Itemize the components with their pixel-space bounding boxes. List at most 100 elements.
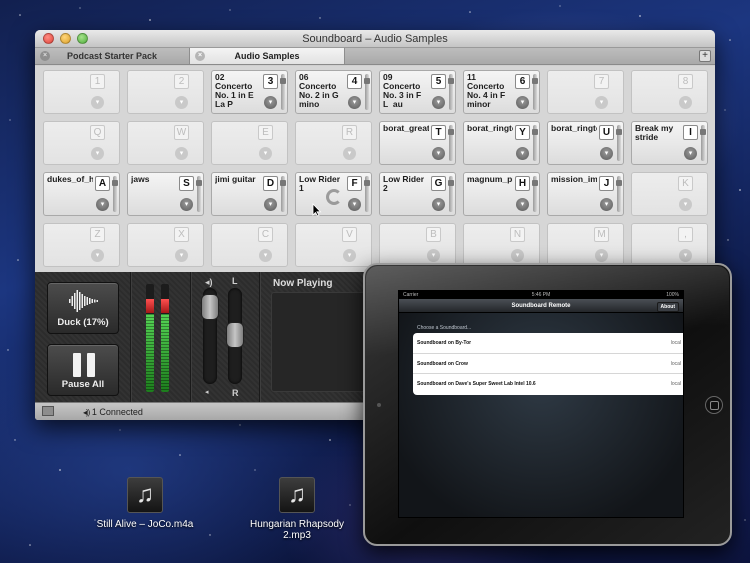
- pad-volume-slider[interactable]: [280, 74, 286, 110]
- window-titlebar[interactable]: Soundboard – Audio Samples: [35, 30, 715, 48]
- pad-menu-chevron-icon[interactable]: ▾: [600, 147, 613, 160]
- sound-pad-v[interactable]: V ▾: [295, 223, 372, 267]
- sound-pad-y[interactable]: borat_ringtoneY ▾: [463, 121, 540, 165]
- pad-volume-slider[interactable]: [364, 74, 370, 110]
- pad-menu-chevron-icon[interactable]: ▾: [348, 198, 361, 211]
- sound-pad-k[interactable]: K ▾: [631, 172, 708, 216]
- sound-pad-h[interactable]: magnum_pi H ▾: [463, 172, 540, 216]
- desktop-file-still-alive[interactable]: ♫ Still Alive – JoCo.m4a: [95, 477, 195, 530]
- sound-pad-e[interactable]: E ▾: [211, 121, 288, 165]
- window-minimize-button[interactable]: [60, 33, 71, 44]
- soundboard-row[interactable]: Soundboard on Crow local: [413, 354, 683, 375]
- pad-volume-slider[interactable]: [448, 125, 454, 161]
- volume-slider[interactable]: [201, 288, 219, 384]
- sound-pad-1[interactable]: 1 ▾: [43, 70, 120, 114]
- pad-menu-chevron-icon[interactable]: ▾: [679, 96, 692, 109]
- sound-pad-comma[interactable]: , ▾: [631, 223, 708, 267]
- sound-pad-m[interactable]: M ▾: [547, 223, 624, 267]
- sound-pad-a[interactable]: dukes_of_hazzardA ▾: [43, 172, 120, 216]
- pad-volume-slider[interactable]: [616, 176, 622, 212]
- sound-pad-z[interactable]: Z ▾: [43, 223, 120, 267]
- pad-menu-chevron-icon[interactable]: ▾: [259, 249, 272, 262]
- pad-menu-chevron-icon[interactable]: ▾: [511, 249, 524, 262]
- pad-menu-chevron-icon[interactable]: ▾: [684, 147, 697, 160]
- tab-audio-samples[interactable]: × Audio Samples: [190, 48, 345, 64]
- sound-pad-5[interactable]: 09 Concerto No. 3 in F L_au 5 ▾: [379, 70, 456, 114]
- sound-pad-8[interactable]: 8 ▾: [631, 70, 708, 114]
- about-button[interactable]: About: [656, 302, 679, 312]
- pad-menu-chevron-icon[interactable]: ▾: [264, 96, 277, 109]
- window-close-button[interactable]: [43, 33, 54, 44]
- pad-menu-chevron-icon[interactable]: ▾: [679, 249, 692, 262]
- pad-menu-chevron-icon[interactable]: ▾: [432, 96, 445, 109]
- sound-pad-d[interactable]: jimi guitar D ▾: [211, 172, 288, 216]
- pad-menu-chevron-icon[interactable]: ▾: [259, 147, 272, 160]
- pad-menu-chevron-icon[interactable]: ▾: [516, 96, 529, 109]
- pad-menu-chevron-icon[interactable]: ▾: [343, 249, 356, 262]
- desktop-file-hungarian-rhapsody[interactable]: ♫ Hungarian Rhapsody 2.mp3: [247, 477, 347, 541]
- balance-slider[interactable]: [226, 288, 244, 384]
- pad-menu-chevron-icon[interactable]: ▾: [600, 198, 613, 211]
- pad-menu-chevron-icon[interactable]: ▾: [175, 147, 188, 160]
- tab-close-icon[interactable]: ×: [195, 51, 205, 61]
- pad-menu-chevron-icon[interactable]: ▾: [91, 147, 104, 160]
- sound-pad-i[interactable]: Break my stride I ▾: [631, 121, 708, 165]
- pad-volume-slider[interactable]: [448, 176, 454, 212]
- pad-menu-chevron-icon[interactable]: ▾: [91, 249, 104, 262]
- pad-menu-chevron-icon[interactable]: ▾: [175, 96, 188, 109]
- ipad-home-button[interactable]: [705, 396, 723, 414]
- pad-volume-slider[interactable]: [532, 176, 538, 212]
- pad-volume-slider[interactable]: [112, 176, 118, 212]
- pad-menu-chevron-icon[interactable]: ▾: [264, 198, 277, 211]
- pad-volume-slider[interactable]: [280, 176, 286, 212]
- pad-volume-slider[interactable]: [700, 125, 706, 161]
- add-tab-button[interactable]: +: [699, 50, 711, 62]
- sound-pad-j[interactable]: mission_impossibleJ ▾: [547, 172, 624, 216]
- sound-pad-q[interactable]: Q ▾: [43, 121, 120, 165]
- soundboard-row[interactable]: Soundboard on Dave's Super Sweet Lab Int…: [413, 374, 683, 395]
- pad-menu-chevron-icon[interactable]: ▾: [432, 147, 445, 160]
- window-zoom-button[interactable]: [77, 33, 88, 44]
- pad-menu-chevron-icon[interactable]: ▾: [348, 96, 361, 109]
- pad-menu-chevron-icon[interactable]: ▾: [343, 147, 356, 160]
- pad-volume-slider[interactable]: [196, 176, 202, 212]
- sound-pad-3[interactable]: 02 Concerto No. 1 in E La P 3 ▾: [211, 70, 288, 114]
- sound-pad-w[interactable]: W ▾: [127, 121, 204, 165]
- sound-pad-b[interactable]: B ▾: [379, 223, 456, 267]
- pad-menu-chevron-icon[interactable]: ▾: [91, 96, 104, 109]
- pad-volume-slider[interactable]: [448, 74, 454, 110]
- tab-close-icon[interactable]: ×: [40, 51, 50, 61]
- pad-volume-slider[interactable]: [616, 125, 622, 161]
- pad-menu-chevron-icon[interactable]: ▾: [96, 198, 109, 211]
- sound-pad-2[interactable]: 2 ▾: [127, 70, 204, 114]
- sound-pad-t[interactable]: borat_great_at_successT ▾: [379, 121, 456, 165]
- sound-pad-c[interactable]: C ▾: [211, 223, 288, 267]
- sound-pad-r[interactable]: R ▾: [295, 121, 372, 165]
- sound-pad-6[interactable]: 11 Concerto No. 4 in F minor 6 ▾: [463, 70, 540, 114]
- pad-menu-chevron-icon[interactable]: ▾: [595, 96, 608, 109]
- pad-volume-slider[interactable]: [532, 125, 538, 161]
- pause-all-button[interactable]: Pause All: [47, 344, 119, 396]
- sound-pad-4[interactable]: 06 Concerto No. 2 in G mino 4 ▾: [295, 70, 372, 114]
- duck-button[interactable]: Duck (17%): [47, 282, 119, 334]
- soundboard-row[interactable]: Soundboard on By-Tor local: [413, 333, 683, 354]
- pad-menu-chevron-icon[interactable]: ▾: [516, 198, 529, 211]
- tab-podcast-starter-pack[interactable]: × Podcast Starter Pack: [35, 48, 190, 64]
- pad-menu-chevron-icon[interactable]: ▾: [516, 147, 529, 160]
- pad-menu-chevron-icon[interactable]: ▾: [175, 249, 188, 262]
- pad-menu-chevron-icon[interactable]: ▾: [427, 249, 440, 262]
- pad-volume-slider[interactable]: [364, 176, 370, 212]
- sound-pad-u[interactable]: borat_ringtoneU ▾: [547, 121, 624, 165]
- pad-menu-chevron-icon[interactable]: ▾: [432, 198, 445, 211]
- sound-pad-g[interactable]: Low Rider 2 G ▾: [379, 172, 456, 216]
- sidebar-toggle-icon[interactable]: [42, 406, 54, 416]
- pad-menu-chevron-icon[interactable]: ▾: [595, 249, 608, 262]
- sound-pad-n[interactable]: N ▾: [463, 223, 540, 267]
- pad-volume-slider[interactable]: [532, 74, 538, 110]
- sound-pad-f[interactable]: Low Rider 1 F ▾: [295, 172, 372, 216]
- sound-pad-s[interactable]: jaws S ▾: [127, 172, 204, 216]
- sound-pad-x[interactable]: X ▾: [127, 223, 204, 267]
- balance-slider-knob[interactable]: [226, 322, 244, 348]
- volume-slider-knob[interactable]: [201, 294, 219, 320]
- pad-menu-chevron-icon[interactable]: ▾: [679, 198, 692, 211]
